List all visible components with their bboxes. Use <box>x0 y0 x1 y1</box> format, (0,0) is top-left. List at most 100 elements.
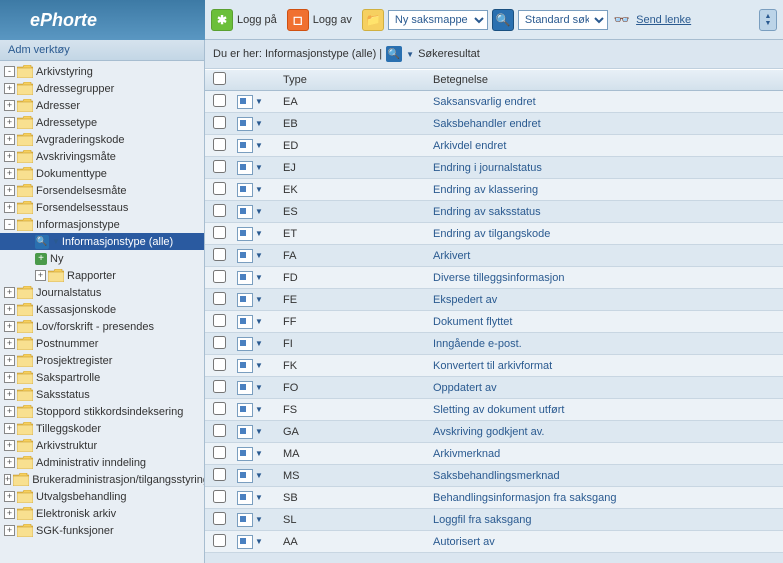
row-checkbox[interactable] <box>213 490 226 503</box>
row-checkbox[interactable] <box>213 446 226 459</box>
cell-desc-link[interactable]: Ekspedert av <box>433 294 497 306</box>
row-checkbox[interactable] <box>213 534 226 547</box>
row-menu-icon[interactable]: ▼ <box>255 273 263 282</box>
expand-icon[interactable]: + <box>4 525 15 536</box>
document-icon[interactable] <box>237 337 253 351</box>
sidebar-item[interactable]: -Arkivstyring <box>0 63 204 80</box>
cell-desc-link[interactable]: Arkivmerknad <box>433 448 500 460</box>
new-folder-icon[interactable]: 📁 <box>362 9 384 31</box>
document-icon[interactable] <box>237 117 253 131</box>
row-menu-icon[interactable]: ▼ <box>255 383 263 392</box>
sidebar-item[interactable]: +Lov/forskrift - presendes <box>0 318 204 335</box>
sidebar-item[interactable]: +Rapporter <box>0 267 204 284</box>
row-checkbox[interactable] <box>213 226 226 239</box>
row-checkbox[interactable] <box>213 358 226 371</box>
document-icon[interactable] <box>237 381 253 395</box>
expand-icon[interactable]: + <box>4 321 15 332</box>
search-select[interactable]: Standard søk <box>518 10 608 30</box>
logoff-label[interactable]: Logg av <box>313 14 352 26</box>
expand-icon[interactable]: + <box>4 83 15 94</box>
document-icon[interactable] <box>237 139 253 153</box>
sidebar-item[interactable]: +Tilleggskoder <box>0 420 204 437</box>
row-menu-icon[interactable]: ▼ <box>255 515 263 524</box>
sidebar-item[interactable]: +Adresser <box>0 97 204 114</box>
expand-icon[interactable]: + <box>4 117 15 128</box>
sidebar-item[interactable]: +Avskrivingsmåte <box>0 148 204 165</box>
row-menu-icon[interactable]: ▼ <box>255 163 263 172</box>
logoff-icon[interactable]: ◻ <box>287 9 309 31</box>
expand-icon[interactable]: + <box>4 372 15 383</box>
row-checkbox[interactable] <box>213 204 226 217</box>
expand-icon[interactable]: + <box>4 287 15 298</box>
cell-desc-link[interactable]: Endring av klassering <box>433 184 538 196</box>
row-menu-icon[interactable]: ▼ <box>255 119 263 128</box>
sidebar-item[interactable]: +Arkivstruktur <box>0 437 204 454</box>
row-menu-icon[interactable]: ▼ <box>255 251 263 260</box>
logon-label[interactable]: Logg på <box>237 14 277 26</box>
row-menu-icon[interactable]: ▼ <box>255 295 263 304</box>
row-menu-icon[interactable]: ▼ <box>255 427 263 436</box>
cell-desc-link[interactable]: Endring av tilgangskode <box>433 228 550 240</box>
sidebar-item[interactable]: 🔍▼Informasjonstype (alle) <box>0 233 204 250</box>
sidebar-item[interactable]: +Adressetype <box>0 114 204 131</box>
row-menu-icon[interactable]: ▼ <box>255 185 263 194</box>
expand-icon[interactable]: + <box>4 491 15 502</box>
search-icon[interactable]: 🔍 <box>492 9 514 31</box>
expand-icon[interactable]: + <box>4 202 15 213</box>
row-checkbox[interactable] <box>213 424 226 437</box>
expand-icon[interactable]: + <box>4 134 15 145</box>
sidebar-item[interactable]: +Sakspartrolle <box>0 369 204 386</box>
sidebar-item[interactable]: +Dokumenttype <box>0 165 204 182</box>
expand-icon[interactable]: + <box>4 508 15 519</box>
row-checkbox[interactable] <box>213 116 226 129</box>
document-icon[interactable] <box>237 403 253 417</box>
expand-icon[interactable]: + <box>4 151 15 162</box>
cell-desc-link[interactable]: Saksbehandler endret <box>433 118 541 130</box>
cell-desc-link[interactable]: Saksansvarlig endret <box>433 96 536 108</box>
document-icon[interactable] <box>237 205 253 219</box>
breadcrumb-dropdown-icon[interactable]: ▼ <box>406 50 414 59</box>
cell-desc-link[interactable]: Konvertert til arkivformat <box>433 360 552 372</box>
cell-desc-link[interactable]: Arkivert <box>433 250 470 262</box>
expand-icon[interactable]: + <box>4 100 15 111</box>
sidebar-item[interactable]: +SGK-funksjoner <box>0 522 204 539</box>
row-menu-icon[interactable]: ▼ <box>255 449 263 458</box>
document-icon[interactable] <box>237 249 253 263</box>
row-menu-icon[interactable]: ▼ <box>255 317 263 326</box>
document-icon[interactable] <box>237 227 253 241</box>
row-checkbox[interactable] <box>213 94 226 107</box>
cell-desc-link[interactable]: Loggfil fra saksgang <box>433 514 531 526</box>
sidebar-item[interactable]: +Administrativ inndeling <box>0 454 204 471</box>
sidebar-item[interactable]: +Postnummer <box>0 335 204 352</box>
document-icon[interactable] <box>237 183 253 197</box>
sidebar-item[interactable]: +Stoppord stikkordsindeksering <box>0 403 204 420</box>
row-menu-icon[interactable]: ▼ <box>255 207 263 216</box>
cell-desc-link[interactable]: Avskriving godkjent av. <box>433 426 544 438</box>
logon-icon[interactable]: ✱ <box>211 9 233 31</box>
document-icon[interactable] <box>237 491 253 505</box>
sidebar-item[interactable]: +Forsendelsesmåte <box>0 182 204 199</box>
document-icon[interactable] <box>237 447 253 461</box>
row-menu-icon[interactable]: ▼ <box>255 97 263 106</box>
cell-desc-link[interactable]: Autorisert av <box>433 536 495 548</box>
expand-icon[interactable]: + <box>4 304 15 315</box>
document-icon[interactable] <box>237 271 253 285</box>
expand-icon[interactable]: + <box>4 457 15 468</box>
sidebar-item[interactable]: +Ny <box>0 250 204 267</box>
expand-icon[interactable]: + <box>4 168 15 179</box>
row-checkbox[interactable] <box>213 138 226 151</box>
row-menu-icon[interactable]: ▼ <box>255 141 263 150</box>
expand-icon[interactable]: - <box>4 66 15 77</box>
row-checkbox[interactable] <box>213 270 226 283</box>
expand-icon[interactable]: + <box>4 355 15 366</box>
document-icon[interactable] <box>237 359 253 373</box>
cell-desc-link[interactable]: Sletting av dokument utført <box>433 404 564 416</box>
cell-desc-link[interactable]: Inngående e-post. <box>433 338 522 350</box>
sidebar-item[interactable]: +Journalstatus <box>0 284 204 301</box>
expand-icon[interactable]: + <box>4 440 15 451</box>
row-checkbox[interactable] <box>213 248 226 261</box>
row-checkbox[interactable] <box>213 160 226 173</box>
row-menu-icon[interactable]: ▼ <box>255 471 263 480</box>
sidebar-item[interactable]: +Elektronisk arkiv <box>0 505 204 522</box>
cell-desc-link[interactable]: Arkivdel endret <box>433 140 506 152</box>
